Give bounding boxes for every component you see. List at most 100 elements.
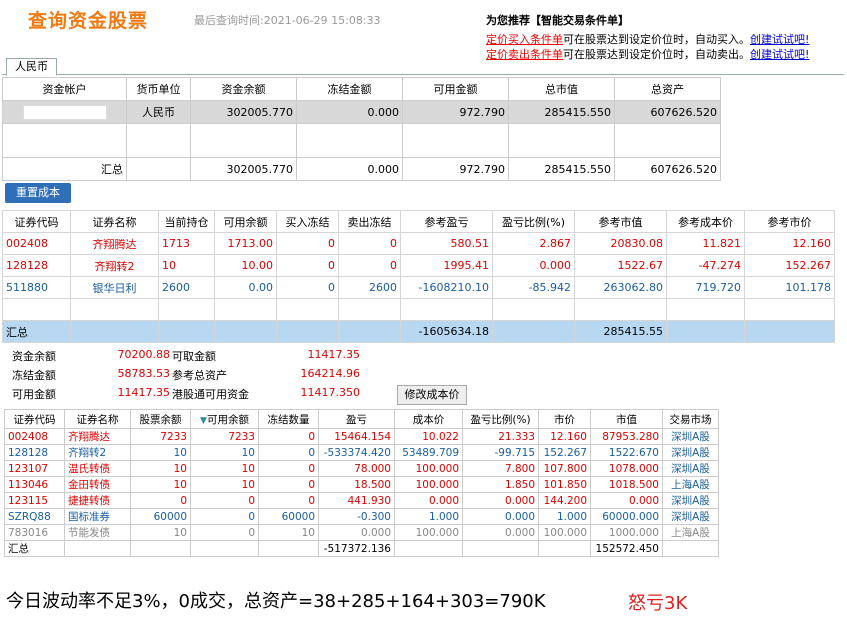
col-header[interactable]: 总资产 xyxy=(614,77,721,101)
cell: SZRQ88 xyxy=(4,508,65,525)
col-header[interactable]: 证券代码 xyxy=(2,210,71,233)
cell: 深圳A股 xyxy=(662,492,719,509)
col-header[interactable]: 参考市价 xyxy=(744,210,835,233)
cell: 0.000 xyxy=(462,508,539,525)
col-header[interactable]: 货币单位 xyxy=(126,77,191,101)
cell: -85.942 xyxy=(492,276,575,299)
cell: 441.930 xyxy=(318,492,395,509)
cell: 0 xyxy=(258,444,319,461)
summary-label: 汇总 xyxy=(2,320,71,343)
cell: 0 xyxy=(190,492,259,509)
create-buy-link[interactable]: 创建试试吧! xyxy=(750,33,809,46)
modify-cost-button[interactable]: 修改成本价 xyxy=(397,385,467,405)
col-header[interactable]: 买入冻结 xyxy=(276,210,339,233)
table-row[interactable]: 113046 金田转债 10 10 0 18.500 100.000 1.850 101.850… xyxy=(4,476,719,493)
cell: 302005.770 xyxy=(190,157,297,181)
cell: 100.000 xyxy=(394,524,463,541)
col-header[interactable]: 证券名称 xyxy=(70,210,159,233)
table-row[interactable]: 人民币 302005.770 0.000 972.790 285415.550 … xyxy=(2,100,721,124)
positions-summary-row: 汇总 -1605634.18 285415.55 xyxy=(2,320,835,343)
value: 11417.35 xyxy=(307,348,361,361)
cell: 1995.41 xyxy=(400,254,493,277)
col-header[interactable]: 参考成本价 xyxy=(666,210,745,233)
col-header[interactable]: 可用金额 xyxy=(402,77,509,101)
cell: -99.715 xyxy=(462,444,539,461)
col-header[interactable]: 交易市场 xyxy=(662,409,719,429)
cell: 0.000 xyxy=(492,254,575,277)
label: 可取金额 xyxy=(172,350,216,363)
table-row[interactable]: 511880 银华日利 2600 0.00 0 2600 -1608210.10… xyxy=(2,276,835,299)
cell: 12.160 xyxy=(538,428,591,445)
table-row[interactable]: 783016 节能发债 10 0 10 0.000 100.000 0.000 100.000 1… xyxy=(4,524,719,541)
cell: 1078.000 xyxy=(590,460,663,477)
col-header[interactable]: 卖出冻结 xyxy=(338,210,401,233)
col-header[interactable]: 可用余额 xyxy=(214,210,277,233)
col-header[interactable]: 盈亏比例(%) xyxy=(492,210,575,233)
table-row[interactable]: 002408 齐翔腾达 1713 1713.00 0 0 580.51 2.86… xyxy=(2,232,835,255)
value: 11417.350 xyxy=(300,386,361,399)
col-header[interactable]: 股票余额 xyxy=(130,409,191,429)
cell: 783016 xyxy=(4,524,65,541)
col-header[interactable]: 参考市值 xyxy=(574,210,667,233)
col-header[interactable]: 冻结金额 xyxy=(296,77,403,101)
table-row[interactable]: 123115 捷捷转债 0 0 0 441.930 0.000 0.000 144.200 0.0… xyxy=(4,492,719,509)
table-row[interactable]: 128128 齐翔转2 10 10.00 0 0 1995.41 0.000 1… xyxy=(2,254,835,277)
cell: 1522.67 xyxy=(574,254,667,277)
cell: 7233 xyxy=(130,428,191,445)
cell: 285415.550 xyxy=(508,100,615,124)
cell: -533374.420 xyxy=(318,444,395,461)
cell: 0.000 xyxy=(296,157,403,181)
col-header[interactable]: 市价 xyxy=(538,409,591,429)
cell: 0.000 xyxy=(462,492,539,509)
col-header[interactable]: 冻结数量 xyxy=(258,409,319,429)
value: 164214.96 xyxy=(300,367,361,380)
cell: 101.178 xyxy=(744,276,835,299)
cell: 0 xyxy=(258,428,319,445)
col-header[interactable]: 资金余额 xyxy=(190,77,297,101)
col-header[interactable]: 证券代码 xyxy=(4,409,65,429)
col-header[interactable]: 市值 xyxy=(590,409,663,429)
table-row[interactable]: 123107 温氏转债 10 10 0 78.000 100.000 7.800 107.800… xyxy=(4,460,719,477)
cell: 0.000 xyxy=(462,524,539,541)
cell: 0.000 xyxy=(296,100,403,124)
cell: 0.000 xyxy=(318,524,395,541)
cell: 人民币 xyxy=(126,100,191,124)
cell: 1.850 xyxy=(462,476,539,493)
cell: 0 xyxy=(276,276,339,299)
col-header[interactable]: 参考盈亏 xyxy=(400,210,493,233)
funds-header-row: 资金帐户 货币单位 资金余额 冻结金额 可用金额 总市值 总资产 xyxy=(2,77,721,101)
cell: 上海A股 xyxy=(662,476,719,493)
table-row[interactable]: 002408 齐翔腾达 7233 7233 0 15464.154 10.022 21.333… xyxy=(4,428,719,445)
cell: 上海A股 xyxy=(662,524,719,541)
redacted-account xyxy=(22,104,107,120)
col-header[interactable]: 盈亏 xyxy=(318,409,395,429)
reset-cost-button[interactable]: 重置成本 xyxy=(5,183,71,203)
label: 参考总资产 xyxy=(172,369,227,382)
cell: 580.51 xyxy=(400,232,493,255)
holdings-summary-row: 汇总 -517372.136 152572.450 xyxy=(4,540,719,557)
col-header[interactable]: 资金帐户 xyxy=(2,77,127,101)
col-header[interactable]: 成本价 xyxy=(394,409,463,429)
col-header[interactable]: 当前持仓 xyxy=(158,210,215,233)
col-header[interactable]: 总市值 xyxy=(508,77,615,101)
label: 港股通可用资金 xyxy=(172,388,249,401)
cell: 1018.500 xyxy=(590,476,663,493)
cell: 深圳A股 xyxy=(662,460,719,477)
col-header[interactable]: 证券名称 xyxy=(64,409,131,429)
tab-rmb[interactable]: 人民币 xyxy=(6,58,57,76)
cell: 15464.154 xyxy=(318,428,395,445)
holdings-body: 002408 齐翔腾达 7233 7233 0 15464.154 10.022 21.333… xyxy=(4,428,719,541)
buy-condition-link[interactable]: 定价买入条件单 xyxy=(486,33,563,46)
col-header-sorted[interactable]: ▼可用余额 xyxy=(190,409,259,429)
cell: 0.00 xyxy=(214,276,277,299)
cell: 113046 xyxy=(4,476,65,493)
cell: 0.000 xyxy=(590,492,663,509)
cell: 101.850 xyxy=(538,476,591,493)
table-row[interactable]: SZRQ88 国标准券 60000 0 60000 -0.300 1.000 0.000 1.0… xyxy=(4,508,719,525)
table-row[interactable]: 128128 齐翔转2 10 10 0 -533374.420 53489.709 -99.7… xyxy=(4,444,719,461)
cell: 0 xyxy=(190,508,259,525)
header-label: 可用余额 xyxy=(206,413,249,426)
cell: 302005.770 xyxy=(190,100,297,124)
col-header[interactable]: 盈亏比例(%) xyxy=(462,409,539,429)
summary-label: 汇总 xyxy=(4,540,65,557)
